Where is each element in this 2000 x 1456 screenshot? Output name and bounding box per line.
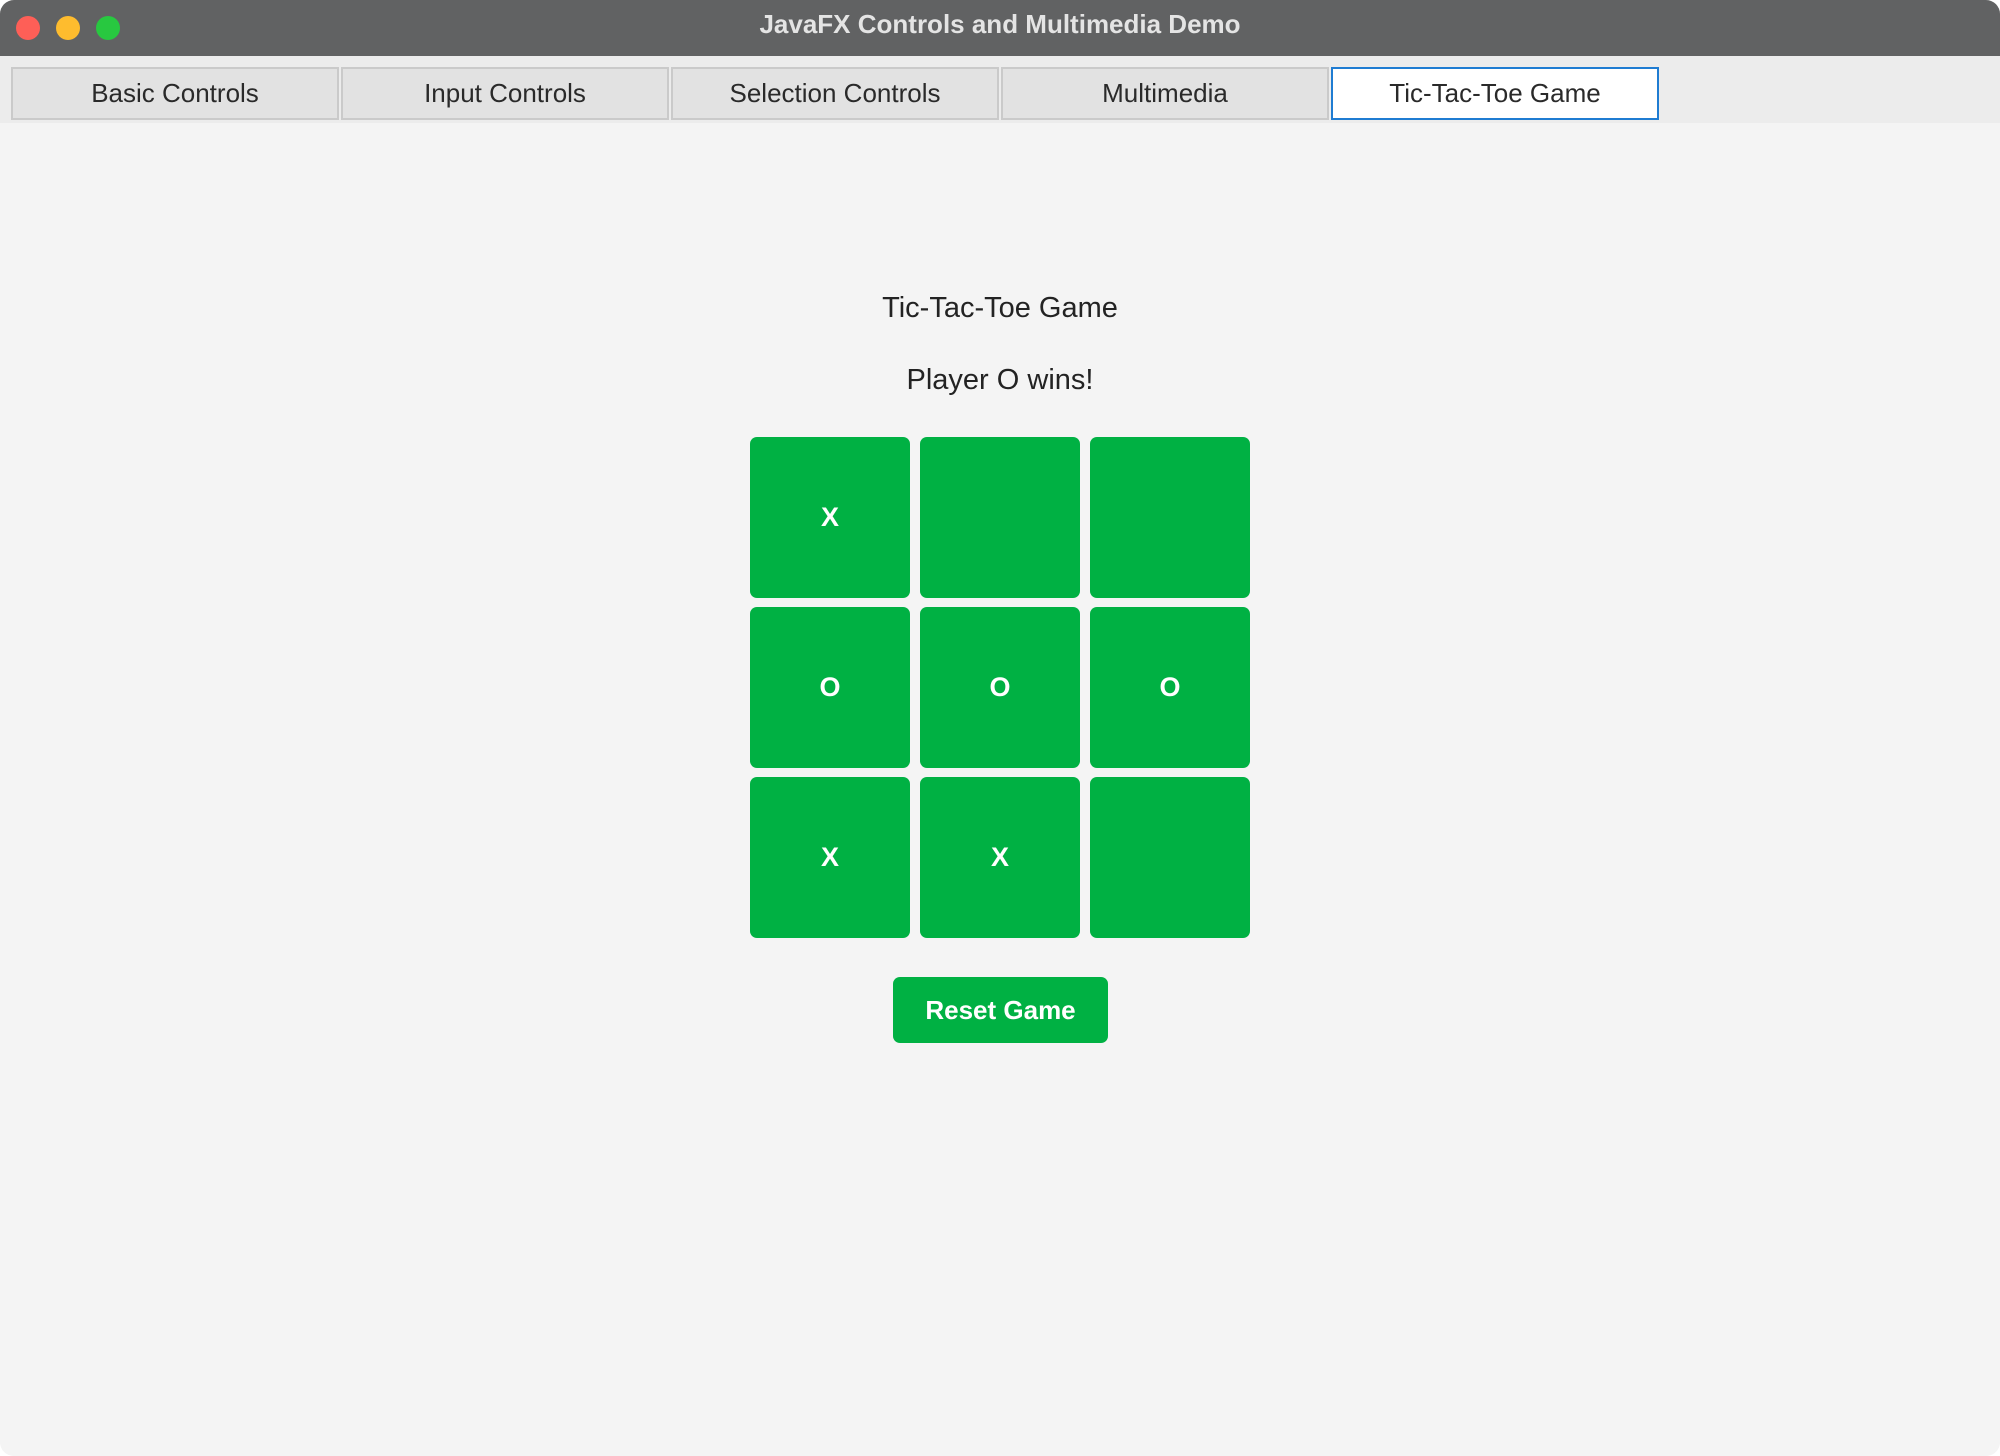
- tab-multimedia[interactable]: Multimedia: [1001, 67, 1329, 120]
- board-cell[interactable]: X: [750, 777, 910, 938]
- tab-input-controls[interactable]: Input Controls: [341, 67, 669, 120]
- board-cell[interactable]: [1090, 777, 1250, 938]
- game-status-label: Player O wins!: [906, 364, 1094, 396]
- tab-selection-controls[interactable]: Selection Controls: [671, 67, 999, 120]
- board-cell[interactable]: X: [750, 437, 910, 598]
- app-window: JavaFX Controls and Multimedia Demo Basi…: [0, 0, 2000, 1456]
- board-cell[interactable]: O: [1090, 607, 1250, 768]
- tic-tac-toe-board: X O O O X X: [750, 437, 1251, 940]
- board-cell[interactable]: O: [750, 607, 910, 768]
- board-cell[interactable]: [920, 437, 1080, 598]
- board-cell[interactable]: O: [920, 607, 1080, 768]
- board-cell[interactable]: [1090, 437, 1250, 598]
- board-cell[interactable]: X: [920, 777, 1080, 938]
- tab-bar: Basic Controls Input Controls Selection …: [0, 56, 2000, 123]
- title-bar[interactable]: JavaFX Controls and Multimedia Demo: [0, 0, 2000, 57]
- tab-basic-controls[interactable]: Basic Controls: [11, 67, 339, 120]
- reset-game-button[interactable]: Reset Game: [893, 977, 1108, 1043]
- game-title: Tic-Tac-Toe Game: [882, 292, 1118, 324]
- window-title: JavaFX Controls and Multimedia Demo: [759, 9, 1241, 39]
- tab-tic-tac-toe-game[interactable]: Tic-Tac-Toe Game: [1331, 67, 1659, 120]
